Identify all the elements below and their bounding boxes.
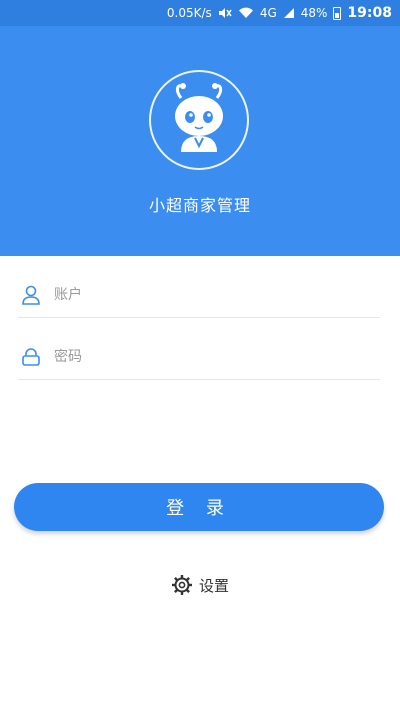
settings-label: 设置: [198, 576, 229, 595]
lock-icon: [22, 347, 40, 366]
battery-icon: [333, 6, 342, 20]
wifi-icon: [238, 7, 254, 19]
account-field[interactable]: [18, 272, 380, 318]
signal-icon: [283, 7, 295, 19]
gear-icon: [171, 575, 192, 595]
battery-percent: 48%: [300, 6, 328, 20]
account-input[interactable]: [52, 278, 380, 311]
network-speed: 0.05K/s: [166, 6, 212, 20]
mute-icon: [218, 7, 232, 19]
user-icon: [22, 285, 40, 305]
clock: 19:08: [347, 5, 392, 21]
header-banner: 小超商家管理: [0, 26, 400, 256]
settings-button[interactable]: 设置: [0, 574, 400, 596]
robot-mascot-icon: [149, 70, 249, 170]
password-field[interactable]: [18, 334, 380, 380]
network-type: 4G: [259, 6, 277, 20]
app-title: 小超商家管理: [148, 196, 251, 215]
password-input[interactable]: [52, 340, 380, 373]
login-button[interactable]: 登 录: [14, 483, 384, 531]
status-bar: 0.05K/s 4G 48% 19:08: [0, 0, 400, 26]
